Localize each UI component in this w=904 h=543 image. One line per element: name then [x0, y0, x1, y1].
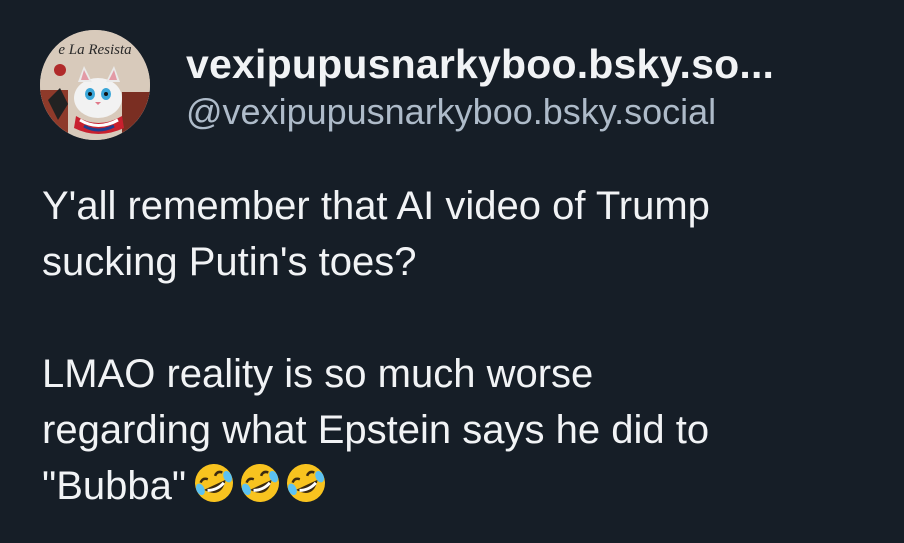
- avatar-cat-image: e La Resista: [40, 30, 150, 140]
- post-header: vexipupusnarkyboo.bsky.so... @vexipupusn…: [186, 38, 886, 134]
- author-handle[interactable]: @vexipupusnarkyboo.bsky.social: [186, 90, 886, 134]
- post-card: e La Resista vexipupusnarkyboo.bsky.so..…: [0, 0, 904, 543]
- post-line: LMAO reality is so much worse: [42, 352, 594, 396]
- rolling-laughing-emoji-icon: [192, 461, 236, 505]
- post-paragraph-2: LMAO reality is so much worse regarding …: [42, 346, 882, 514]
- avatar[interactable]: e La Resista: [40, 30, 150, 140]
- author-display-name[interactable]: vexipupusnarkyboo.bsky.so...: [186, 38, 886, 90]
- post-line: regarding what Epstein says he did to: [42, 408, 710, 452]
- avatar-text: e La Resista: [58, 42, 131, 58]
- rolling-laughing-emoji-icon: [284, 461, 328, 505]
- post-line-text: "Bubba": [42, 464, 187, 508]
- post-line-last: "Bubba": [42, 458, 882, 514]
- post-paragraph-1: Y'all remember that AI video of Trump su…: [42, 178, 882, 290]
- post-line: sucking Putin's toes?: [42, 240, 417, 284]
- post-line: Y'all remember that AI video of Trump: [42, 184, 710, 228]
- emoji-group: [192, 461, 330, 505]
- post-body: Y'all remember that AI video of Trump su…: [42, 178, 882, 514]
- rolling-laughing-emoji-icon: [238, 461, 282, 505]
